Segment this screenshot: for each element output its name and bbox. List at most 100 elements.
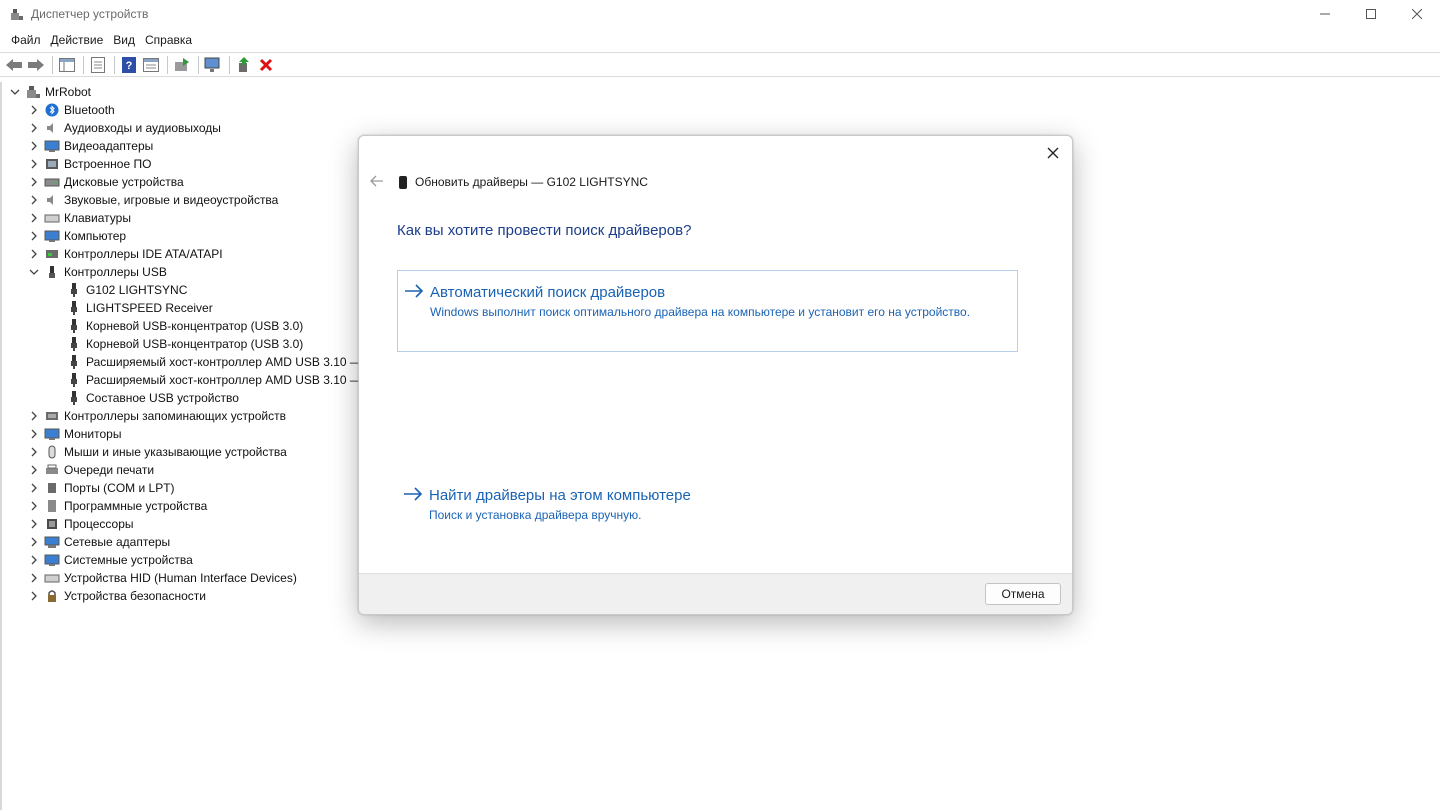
menu-view[interactable]: Вид xyxy=(108,31,140,49)
tree-category[interactable]: Устройства безопасности xyxy=(27,587,206,605)
tree-category[interactable]: Дисковые устройства xyxy=(27,173,184,191)
tree-device[interactable]: Корневой USB-концентратор (USB 3.0) xyxy=(66,335,303,353)
tree-category[interactable]: Мониторы xyxy=(27,425,121,443)
scan-hardware-icon xyxy=(204,57,220,72)
chevron-down-icon[interactable] xyxy=(27,265,41,279)
tree-category[interactable]: Процессоры xyxy=(27,515,134,533)
dialog-header: Обновить драйверы — G102 LIGHTSYNC xyxy=(399,174,648,190)
tree-device[interactable]: LIGHTSPEED Receiver xyxy=(66,299,213,317)
dialog-title: Обновить драйверы — G102 LIGHTSYNC xyxy=(415,175,648,189)
back-arrow-icon xyxy=(370,175,383,187)
tree-root[interactable]: MrRobot xyxy=(8,83,91,101)
back-button[interactable] xyxy=(4,55,24,75)
dialog-back-button[interactable] xyxy=(365,172,389,190)
chevron-right-icon[interactable] xyxy=(27,589,41,603)
scan-hardware-button[interactable] xyxy=(203,55,223,75)
tree-category[interactable]: Контроллеры USB xyxy=(27,263,167,281)
chevron-right-icon[interactable] xyxy=(27,427,41,441)
chevron-right-icon[interactable] xyxy=(27,139,41,153)
tree-device[interactable]: Корневой USB-концентратор (USB 3.0) xyxy=(66,317,303,335)
display-adapter-icon xyxy=(44,139,60,153)
tree-device[interactable]: Расширяемый хост-контроллер AMD USB 3.10… xyxy=(66,353,362,371)
maximize-button[interactable] xyxy=(1348,0,1394,28)
tree-category-label: Звуковые, игровые и видеоустройства xyxy=(64,193,279,207)
ide-controller-icon xyxy=(44,247,60,261)
monitor-icon xyxy=(44,427,60,441)
forward-button[interactable] xyxy=(26,55,46,75)
tree-category[interactable]: Очереди печати xyxy=(27,461,154,479)
dialog-close-button[interactable] xyxy=(1040,140,1066,166)
usb-device-icon xyxy=(66,337,82,351)
update-driver-icon xyxy=(175,57,189,71)
enable-device-icon xyxy=(239,56,249,72)
chevron-right-icon[interactable] xyxy=(27,535,41,549)
tree-category-label: Встроенное ПО xyxy=(64,157,152,171)
chevron-right-icon[interactable] xyxy=(27,157,41,171)
tree-category[interactable]: Устройства HID (Human Interface Devices) xyxy=(27,569,297,587)
properties-button[interactable] xyxy=(88,55,108,75)
tree-category[interactable]: Контроллеры запоминающих устройств xyxy=(27,407,286,425)
tree-category-label: Видеоадаптеры xyxy=(64,139,154,153)
chevron-right-icon[interactable] xyxy=(27,193,41,207)
chevron-right-icon[interactable] xyxy=(27,553,41,567)
minimize-button[interactable] xyxy=(1302,0,1348,28)
chevron-right-icon[interactable] xyxy=(27,445,41,459)
chevron-right-icon[interactable] xyxy=(27,463,41,477)
chevron-right-icon[interactable] xyxy=(27,175,41,189)
view-details-button[interactable] xyxy=(141,55,161,75)
tree-category[interactable]: Видеоадаптеры xyxy=(27,137,153,155)
chevron-right-icon[interactable] xyxy=(27,481,41,495)
tree-device[interactable]: Расширяемый хост-контроллер AMD USB 3.10… xyxy=(66,371,362,389)
help-button[interactable]: ? xyxy=(119,55,139,75)
network-adapter-icon xyxy=(44,535,60,549)
uninstall-device-button[interactable] xyxy=(256,55,276,75)
toolbar-separator xyxy=(114,55,115,74)
tree-category-label: Контроллеры IDE ATA/ATAPI xyxy=(64,247,223,261)
close-window-button[interactable] xyxy=(1394,0,1440,28)
tree-category[interactable]: Компьютер xyxy=(27,227,126,245)
chevron-right-icon[interactable] xyxy=(27,571,41,585)
menu-action[interactable]: Действие xyxy=(46,31,109,49)
mouse-device-icon xyxy=(399,175,407,189)
tree-device[interactable]: Составное USB устройство xyxy=(66,389,239,407)
tree-category[interactable]: Сетевые адаптеры xyxy=(27,533,170,551)
dialog-footer: Отмена xyxy=(359,573,1072,614)
tree-category[interactable]: Встроенное ПО xyxy=(27,155,151,173)
chevron-down-icon[interactable] xyxy=(8,85,22,99)
menu-file[interactable]: Файл xyxy=(6,31,46,49)
menu-bar: Файл Действие Вид Справка xyxy=(0,30,197,50)
tree-category[interactable]: Системные устройства xyxy=(27,551,193,569)
enable-device-button[interactable] xyxy=(234,55,254,75)
tree-category[interactable]: Контроллеры IDE ATA/ATAPI xyxy=(27,245,223,263)
tree-category[interactable]: Звуковые, игровые и видеоустройства xyxy=(27,191,278,209)
menu-help[interactable]: Справка xyxy=(140,31,197,49)
software-device-icon xyxy=(44,499,60,513)
tree-category[interactable]: Клавиатуры xyxy=(27,209,131,227)
cancel-button[interactable]: Отмена xyxy=(985,583,1061,605)
auto-search-option[interactable]: Автоматический поиск драйверов Windows в… xyxy=(397,270,1018,352)
title-bar: Диспетчер устройств xyxy=(0,0,1440,28)
usb-icon xyxy=(44,265,60,279)
tree-category[interactable]: Bluetooth xyxy=(27,101,115,119)
tree-category[interactable]: Порты (COM и LPT) xyxy=(27,479,175,497)
tree-device[interactable]: G102 LIGHTSYNC xyxy=(66,281,187,299)
chevron-right-icon[interactable] xyxy=(27,409,41,423)
usb-device-icon xyxy=(66,319,82,333)
chevron-right-icon[interactable] xyxy=(27,121,41,135)
chevron-right-icon[interactable] xyxy=(27,103,41,117)
update-driver-button[interactable] xyxy=(172,55,192,75)
chevron-right-icon[interactable] xyxy=(27,211,41,225)
device-manager-icon xyxy=(10,7,24,21)
tree-category[interactable]: Мыши и иные указывающие устройства xyxy=(27,443,287,461)
tree-category[interactable]: Аудиовходы и аудиовыходы xyxy=(27,119,221,137)
show-hide-tree-button[interactable] xyxy=(57,55,77,75)
tree-category[interactable]: Программные устройства xyxy=(27,497,207,515)
tree-category-label: Системные устройства xyxy=(64,553,193,567)
chevron-right-icon[interactable] xyxy=(27,517,41,531)
chevron-right-icon[interactable] xyxy=(27,499,41,513)
chevron-right-icon[interactable] xyxy=(27,247,41,261)
manual-search-option[interactable]: Найти драйверы на этом компьютере Поиск … xyxy=(397,474,1018,534)
chevron-right-icon[interactable] xyxy=(27,229,41,243)
tree-category-label: Порты (COM и LPT) xyxy=(64,481,175,495)
tree-category-label: Процессоры xyxy=(64,517,134,531)
